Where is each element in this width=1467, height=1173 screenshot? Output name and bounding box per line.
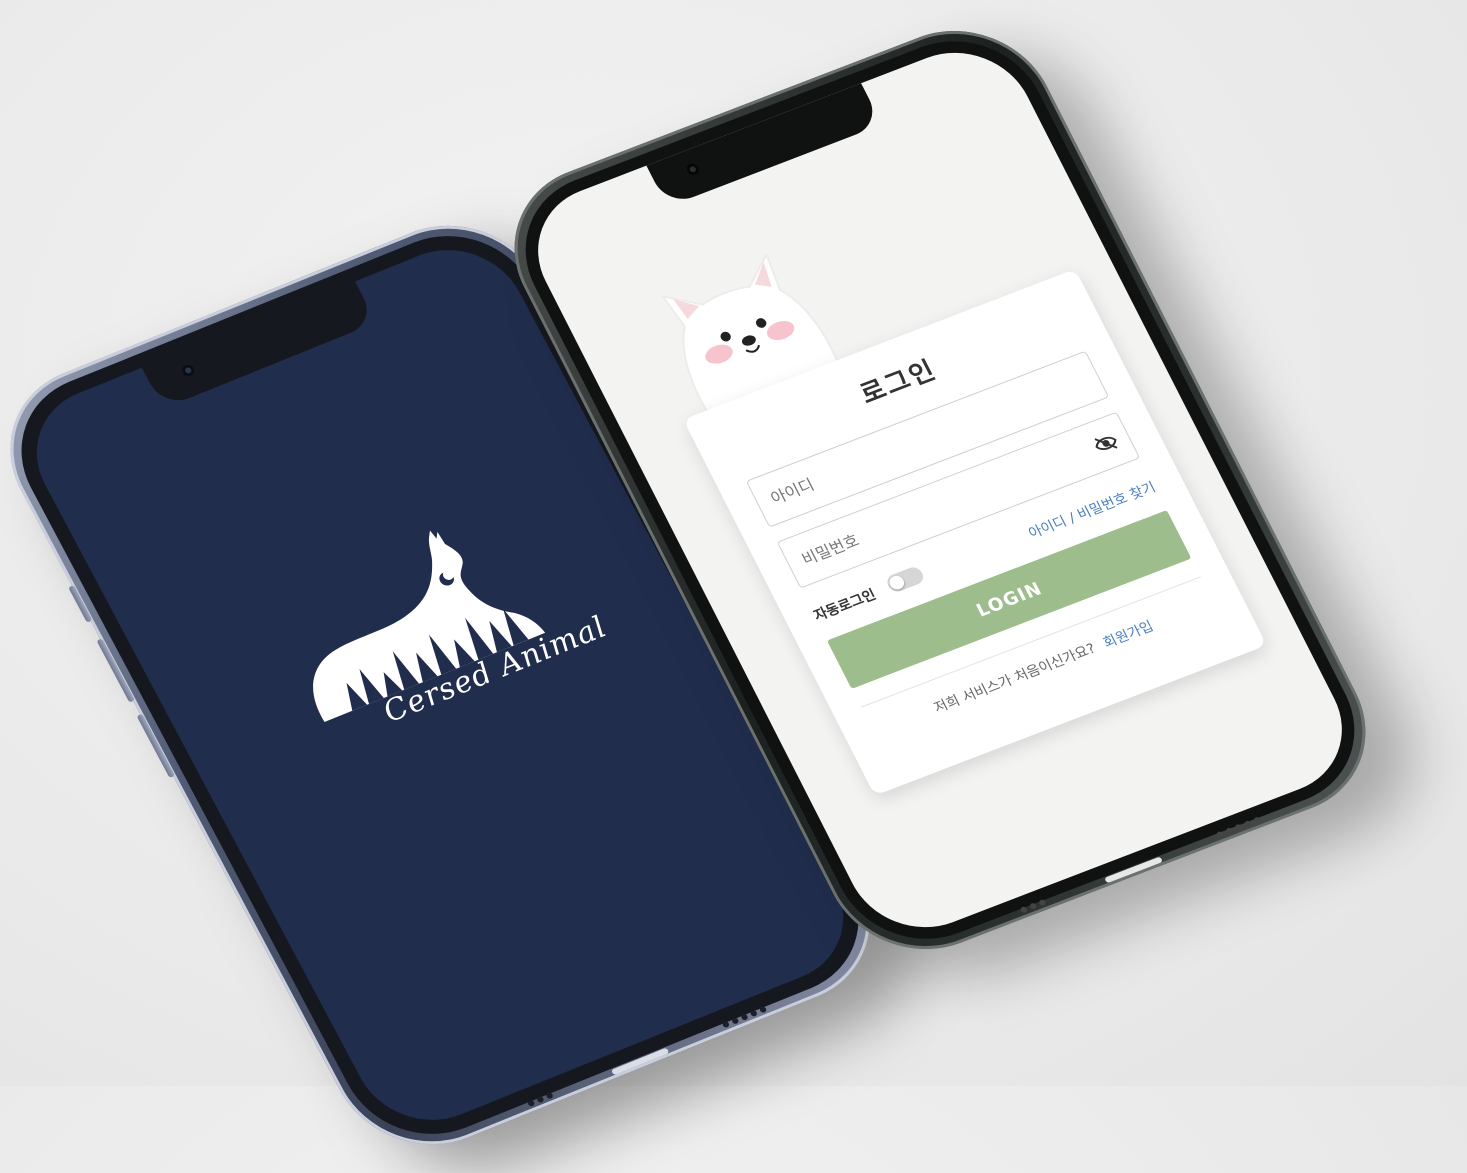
signup-link[interactable]: 회원가입 [1101,619,1156,652]
camera-icon [684,161,702,177]
mockup-scene: Cersed Animal ●●● ●●●●● 로그인 아이디 자동로그인 아이… [0,0,1467,1172]
toggle-knob [887,573,907,592]
splash-logo: Cersed Animal [249,504,613,779]
camera-icon [179,362,197,378]
auto-login-toggle[interactable] [884,564,927,594]
signup-prompt: 저희 서비스가 처음이신가요? [931,640,1099,717]
auto-login-label: 자동로그인 [811,586,879,625]
